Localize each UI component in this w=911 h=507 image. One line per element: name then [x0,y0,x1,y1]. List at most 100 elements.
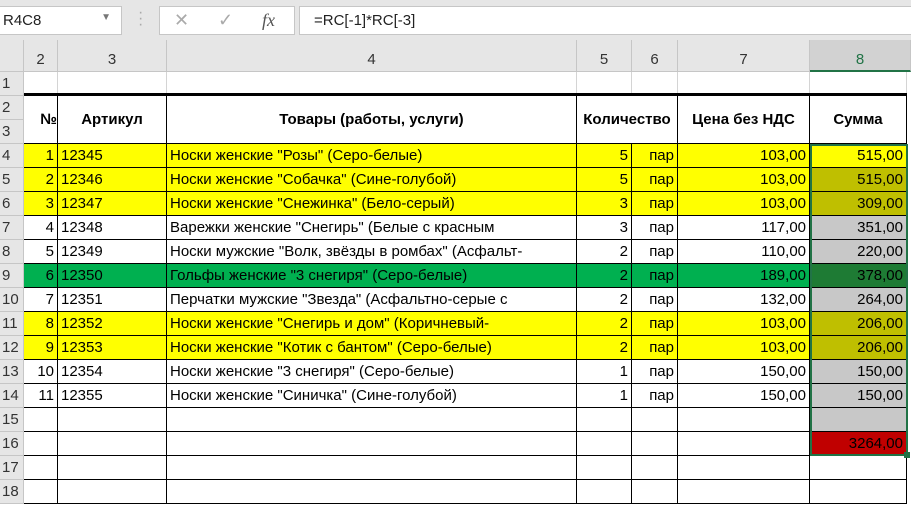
cell-sum[interactable]: 150,00 [810,384,907,408]
column-header-8[interactable]: 8 [810,40,911,72]
cancel-icon[interactable]: ✕ [174,10,189,31]
cell-price[interactable]: 103,00 [678,312,810,336]
cell[interactable] [167,480,577,504]
row-header-8[interactable]: 8 [0,240,24,264]
cell-sum[interactable]: 378,00 [810,264,907,288]
cell[interactable] [577,432,632,456]
drag-handle-icon[interactable]: · · · [138,5,144,33]
cell[interactable] [632,480,678,504]
cell[interactable] [678,408,810,432]
cell-name[interactable]: Носки женские "Розы" (Серо-белые) [167,144,577,168]
cell-qty[interactable]: 2 [577,240,632,264]
cell[interactable] [24,432,58,456]
cell[interactable] [810,408,907,432]
cell-price[interactable]: 150,00 [678,360,810,384]
cell-art[interactable]: 12348 [58,216,167,240]
cell-name[interactable]: Носки женские "Собачка" (Сине-голубой) [167,168,577,192]
row-header-18[interactable]: 18 [0,480,24,504]
cell[interactable] [577,456,632,480]
cell[interactable] [58,456,167,480]
cell-qty[interactable]: 2 [577,336,632,360]
row-header-7[interactable]: 7 [0,216,24,240]
cell[interactable] [24,480,58,504]
cell-unit[interactable]: пар [632,264,678,288]
cell[interactable] [678,456,810,480]
formula-input[interactable]: =RC[-1]*RC[-3] [299,6,911,35]
cell[interactable] [632,432,678,456]
header-price[interactable]: Цена без НДС [678,93,810,144]
row-header-12[interactable]: 12 [0,336,24,360]
row-header-5[interactable]: 5 [0,168,24,192]
row-header-11[interactable]: 11 [0,312,24,336]
cell-price[interactable]: 132,00 [678,288,810,312]
cell-n[interactable]: 5 [24,240,58,264]
row-header-15[interactable]: 15 [0,408,24,432]
cell-qty[interactable]: 5 [577,144,632,168]
cell-price[interactable]: 103,00 [678,192,810,216]
cell[interactable] [577,480,632,504]
row-header-3[interactable]: 3 [0,120,24,144]
enter-check-icon[interactable]: ✓ [218,10,233,31]
row-header-1[interactable]: 1 [0,72,24,96]
cell-name[interactable]: Варежки женские "Снегирь" (Белые с красн… [167,216,577,240]
cell-sum[interactable]: 351,00 [810,216,907,240]
cell-sum[interactable]: 206,00 [810,336,907,360]
cell-qty[interactable]: 1 [577,360,632,384]
cell-unit[interactable]: пар [632,240,678,264]
cell-unit[interactable]: пар [632,384,678,408]
cell-n[interactable]: 1 [24,144,58,168]
cell-art[interactable]: 12353 [58,336,167,360]
cell-qty[interactable]: 2 [577,312,632,336]
cell-price[interactable]: 110,00 [678,240,810,264]
cell-art[interactable]: 12350 [58,264,167,288]
cell-name[interactable]: Носки женские "Синичка" (Сине-голубой) [167,384,577,408]
column-header-6[interactable]: 6 [632,40,678,72]
cell-sum[interactable]: 264,00 [810,288,907,312]
cell-price[interactable]: 103,00 [678,168,810,192]
name-box[interactable]: R4C8 ▼ [0,6,122,35]
column-header-3[interactable]: 3 [58,40,167,72]
cell[interactable] [632,408,678,432]
header-goods[interactable]: Товары (работы, услуги) [167,93,577,144]
column-header-5[interactable]: 5 [577,40,632,72]
row-header-6[interactable]: 6 [0,192,24,216]
select-all-corner[interactable] [0,40,24,72]
cell-n[interactable]: 2 [24,168,58,192]
row-header-9[interactable]: 9 [0,264,24,288]
cell-qty[interactable]: 1 [577,384,632,408]
cell-price[interactable]: 103,00 [678,336,810,360]
cell[interactable] [167,408,577,432]
cell[interactable] [678,480,810,504]
cell-price[interactable]: 189,00 [678,264,810,288]
cell-qty[interactable]: 3 [577,192,632,216]
cell-qty[interactable]: 2 [577,264,632,288]
cell-qty[interactable]: 3 [577,216,632,240]
cell[interactable] [577,408,632,432]
cell-n[interactable]: 6 [24,264,58,288]
cell-name[interactable]: Носки женские "3 снегиря" (Серо-белые) [167,360,577,384]
cell-name[interactable]: Носки женские "Котик с бантом" (Серо-бел… [167,336,577,360]
cell-unit[interactable]: пар [632,168,678,192]
cell-art[interactable]: 12354 [58,360,167,384]
cell-qty[interactable]: 5 [577,168,632,192]
cell-unit[interactable]: пар [632,144,678,168]
cell[interactable] [810,480,907,504]
header-sum[interactable]: Сумма [810,93,907,144]
cell-qty[interactable]: 2 [577,288,632,312]
cell[interactable] [810,456,907,480]
cell[interactable] [167,456,577,480]
header-qty[interactable]: Количество [577,93,678,144]
cell-n[interactable]: 11 [24,384,58,408]
cell-n[interactable]: 8 [24,312,58,336]
cell-unit[interactable]: пар [632,312,678,336]
row-header-13[interactable]: 13 [0,360,24,384]
cell-art[interactable]: 12349 [58,240,167,264]
cell[interactable] [58,408,167,432]
cell[interactable] [167,432,577,456]
cell-sum[interactable]: 220,00 [810,240,907,264]
header-article[interactable]: Артикул [58,93,167,144]
cell-sum[interactable]: 309,00 [810,192,907,216]
row-header-2[interactable]: 2 [0,96,24,120]
cell[interactable] [24,456,58,480]
cell-name[interactable]: Носки женские "Снежинка" (Бело-серый) [167,192,577,216]
